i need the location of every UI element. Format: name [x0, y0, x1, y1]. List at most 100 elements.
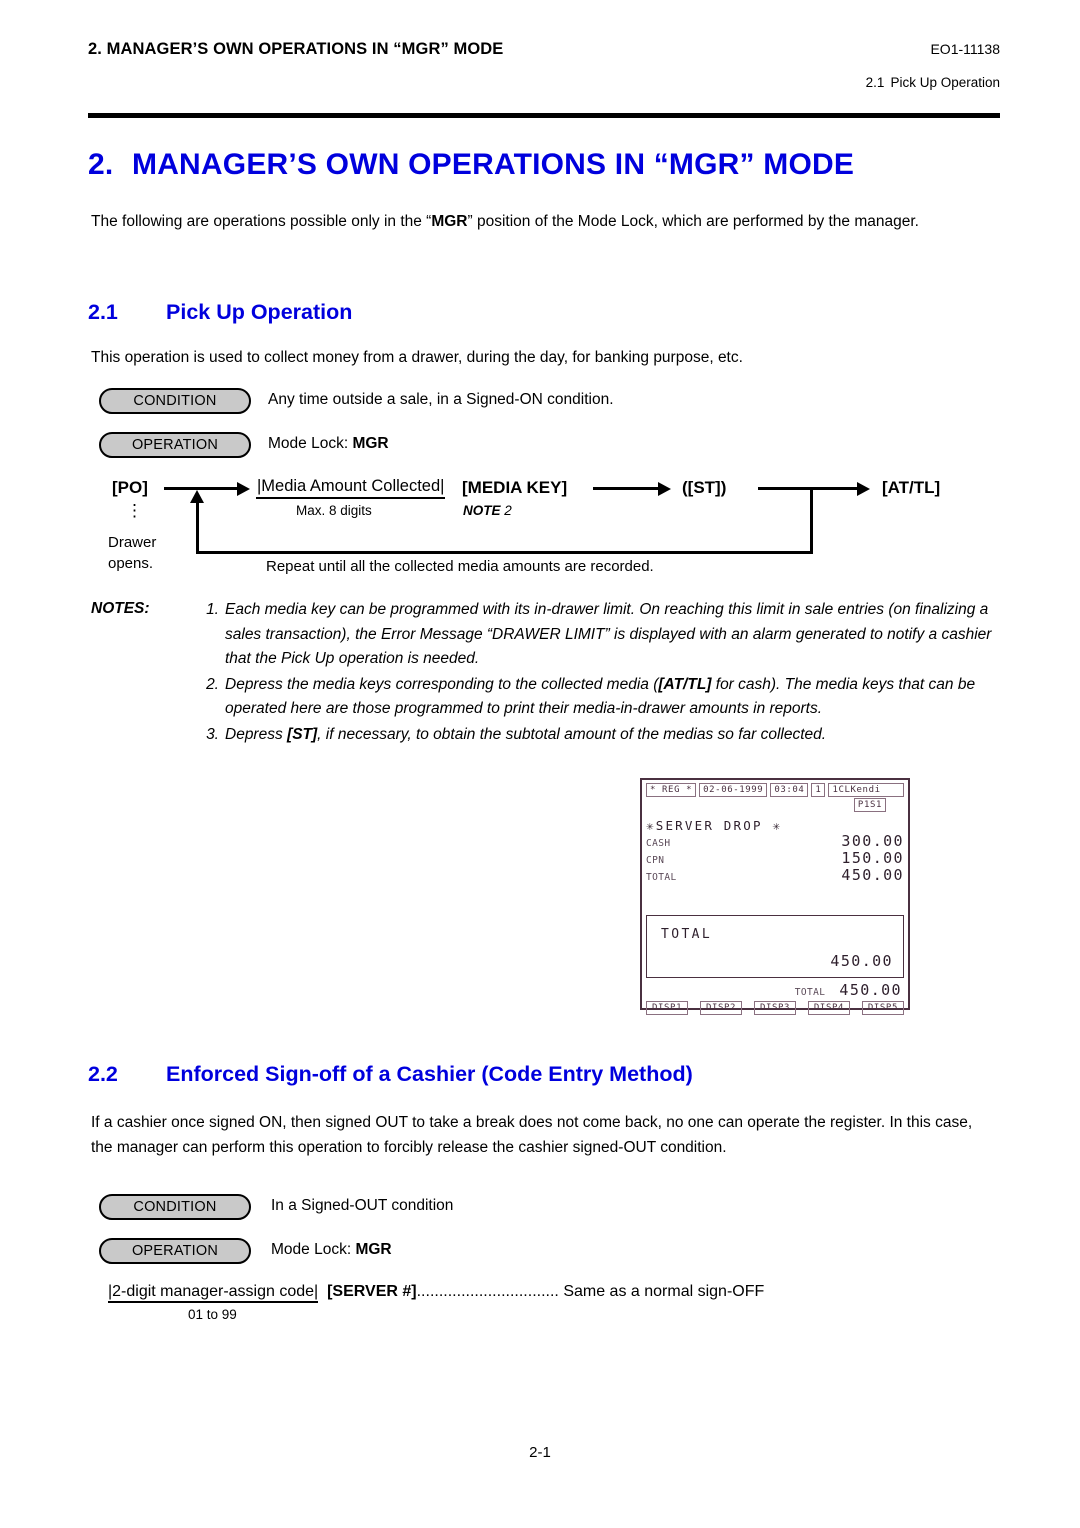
flow-vertical-dots: ⋮	[126, 501, 143, 520]
pos-register-chip: 1	[811, 783, 826, 797]
flow-drawer-line2: opens.	[108, 555, 154, 572]
flow-arrowhead-media-to-st	[658, 482, 671, 496]
running-head-chapter-title: 2. MANAGER’S OWN OPERATIONS IN “MGR” MOD…	[88, 40, 504, 58]
flow-arrow-line-media-to-st	[593, 487, 659, 490]
pos-footer-total-value: 450.00	[839, 981, 902, 999]
flow-loop-vertical-left	[196, 500, 199, 553]
pos-receipt-row-key: CASH	[646, 838, 671, 849]
page-title: 2. MANAGER’S OWN OPERATIONS IN “MGR” MODE	[88, 148, 1000, 182]
pos-footer-total-label: TOTAL	[794, 987, 826, 998]
operation-text-signoff-label: Mode Lock:	[271, 1241, 352, 1258]
operation-text-signoff-value: MGR	[355, 1241, 392, 1258]
operation-text-pickup: Mode Lock: MGR	[268, 435, 389, 453]
flow-arrowhead-po-to-media	[237, 482, 250, 496]
pos-total-box-value: 450.00	[830, 952, 893, 970]
document-page: 2. MANAGER’S OWN OPERATIONS IN “MGR” MOD…	[0, 0, 1080, 1528]
operation-badge-pickup: OPERATION	[99, 432, 251, 458]
signoff-entry-code-range: 01 to 99	[188, 1307, 237, 1322]
pos-receipt-row-value: 150.00	[841, 849, 904, 867]
flow-arrowhead-st-to-attl	[857, 482, 870, 496]
section-heading-signoff-text: Enforced Sign-off of a Cashier (Code Ent…	[166, 1062, 693, 1086]
section-heading-signoff-number: 2.2	[88, 1062, 118, 1086]
flow-loop-horizontal	[196, 551, 813, 554]
flow-repeat-caption: Repeat until all the collected media amo…	[266, 558, 654, 575]
note-number: 1.	[206, 601, 219, 618]
section-heading-pickup-number: 2.1	[88, 300, 118, 324]
flow-arrow-line-st-to-attl	[758, 487, 858, 490]
signoff-paragraph: If a cashier once signed ON, then signed…	[91, 1114, 973, 1156]
signoff-entry-leader: ................................	[416, 1283, 559, 1300]
disp1-button[interactable]: DISP1	[646, 1001, 689, 1015]
pos-time-chip: 03:04	[770, 783, 809, 797]
intro-paragraph: The following are operations possible on…	[91, 213, 919, 230]
pos-total-box-label: TOTAL	[661, 927, 713, 942]
flow-loop-vertical-right	[810, 488, 813, 554]
running-head: 2. MANAGER’S OWN OPERATIONS IN “MGR” MOD…	[88, 40, 1000, 90]
pos-receipt-row-key: CPN	[646, 855, 665, 866]
page-footer: 2-1	[0, 1444, 1080, 1461]
signoff-entry-code-field: |2-digit manager-assign code|	[108, 1283, 319, 1303]
flow-note-word: NOTE	[463, 503, 501, 518]
pos-receipt-row: TOTAL 450.00	[646, 868, 904, 885]
section-heading-signoff: 2.2 Enforced Sign-off of a Cashier (Code …	[88, 1062, 1000, 1087]
notes-list: 1. Each media key can be programmed with…	[91, 598, 1007, 747]
pos-total-box: TOTAL 450.00	[646, 915, 904, 978]
pos-page-status-chip: P1S1	[853, 798, 886, 812]
pos-date-chip: 02-06-1999	[699, 783, 768, 797]
operation-text-signoff: Mode Lock: MGR	[271, 1241, 392, 1259]
flow-drawer-opens-note: Drawer opens.	[108, 532, 156, 574]
disp4-button[interactable]: DISP4	[807, 1001, 850, 1015]
pickup-paragraph: This operation is used to collect money …	[91, 349, 743, 366]
pos-receipt-row-key: TOTAL	[646, 872, 677, 883]
operation-text-pickup-value: MGR	[352, 435, 389, 452]
note-item: 3. Depress [ST], if necessary, to obtain…	[91, 723, 1007, 748]
flow-key-attl: [AT/TL]	[882, 478, 941, 497]
flow-key-po: [PO]	[112, 478, 148, 497]
document-number: EO1-11138	[930, 41, 1000, 57]
condition-badge-signoff-label: CONDITION	[133, 1199, 217, 1215]
page-number: 2-1	[529, 1444, 551, 1461]
flow-media-amount-max-digits: Max. 8 digits	[296, 503, 372, 518]
pos-display-panel: * REG * 02-06-1999 03:04 1 1CLKendi P1S1…	[640, 778, 910, 1015]
section-heading-pickup-text: Pick Up Operation	[166, 300, 353, 324]
pos-footer-total-row: TOTAL 450.00	[646, 981, 904, 999]
disp2-button[interactable]: DISP2	[699, 1001, 743, 1015]
operation-badge-signoff: OPERATION	[99, 1238, 251, 1264]
pos-mode-chip: * REG *	[646, 783, 697, 797]
signoff-entry-line: |2-digit manager-assign code| [SERVER #]…	[108, 1283, 1008, 1303]
running-head-row-top: 2. MANAGER’S OWN OPERATIONS IN “MGR” MOD…	[88, 40, 1000, 59]
condition-badge-pickup: CONDITION	[99, 388, 251, 414]
flow-key-media: [MEDIA KEY]	[462, 478, 568, 497]
operation-badge-pickup-label: OPERATION	[131, 437, 219, 453]
section-heading-pickup: 2.1 Pick Up Operation	[88, 300, 1000, 325]
running-head-section-title: Pick Up Operation	[890, 75, 1000, 90]
running-head-row-section: 2.1 Pick Up Operation	[88, 75, 1000, 90]
note-item: 2. Depress the media keys corresponding …	[91, 673, 1007, 722]
pos-page-status-row: P1S1	[646, 798, 904, 812]
pickup-flow-diagram: [PO] ⋮ Drawer opens. |Media Amount Colle…	[88, 470, 1000, 580]
pos-display-status-bar: * REG * 02-06-1999 03:04 1 1CLKendi	[646, 783, 904, 797]
pos-clerk-chip: 1CLKendi	[828, 783, 904, 797]
flow-loop-arrowhead-up	[190, 490, 204, 503]
signoff-entry-key: [SERVER #]	[327, 1283, 417, 1300]
note-text: Depress [ST], if necessary, to obtain th…	[225, 725, 827, 743]
disp3-button[interactable]: DISP3	[753, 1001, 797, 1015]
condition-badge-pickup-label: CONDITION	[133, 393, 217, 409]
note-number: 3.	[206, 725, 219, 743]
condition-text-pickup: Any time outside a sale, in a Signed-ON …	[268, 391, 614, 408]
notes-block: NOTES: 1. Each media key can be programm…	[91, 598, 1007, 748]
flow-key-st: ([ST])	[682, 478, 727, 497]
condition-badge-signoff: CONDITION	[99, 1194, 251, 1220]
disp5-button[interactable]: DISP5	[861, 1001, 904, 1015]
page-title-number: 2.	[88, 148, 114, 181]
pos-receipt-row-value: 450.00	[841, 866, 904, 884]
signoff-entry-result: Same as a normal sign-OFF	[563, 1283, 765, 1300]
pos-receipt-row-value: 300.00	[841, 832, 904, 850]
flow-media-key-note-ref: NOTE 2	[463, 503, 512, 518]
flow-drawer-line1: Drawer	[108, 534, 157, 551]
note-text: Depress the media keys corresponding to …	[225, 675, 976, 718]
note-text: Each media key can be programmed with it…	[225, 601, 992, 667]
flow-note-number: 2	[504, 503, 512, 518]
note-number: 2.	[206, 675, 219, 693]
running-head-section-number: 2.1	[865, 75, 885, 90]
